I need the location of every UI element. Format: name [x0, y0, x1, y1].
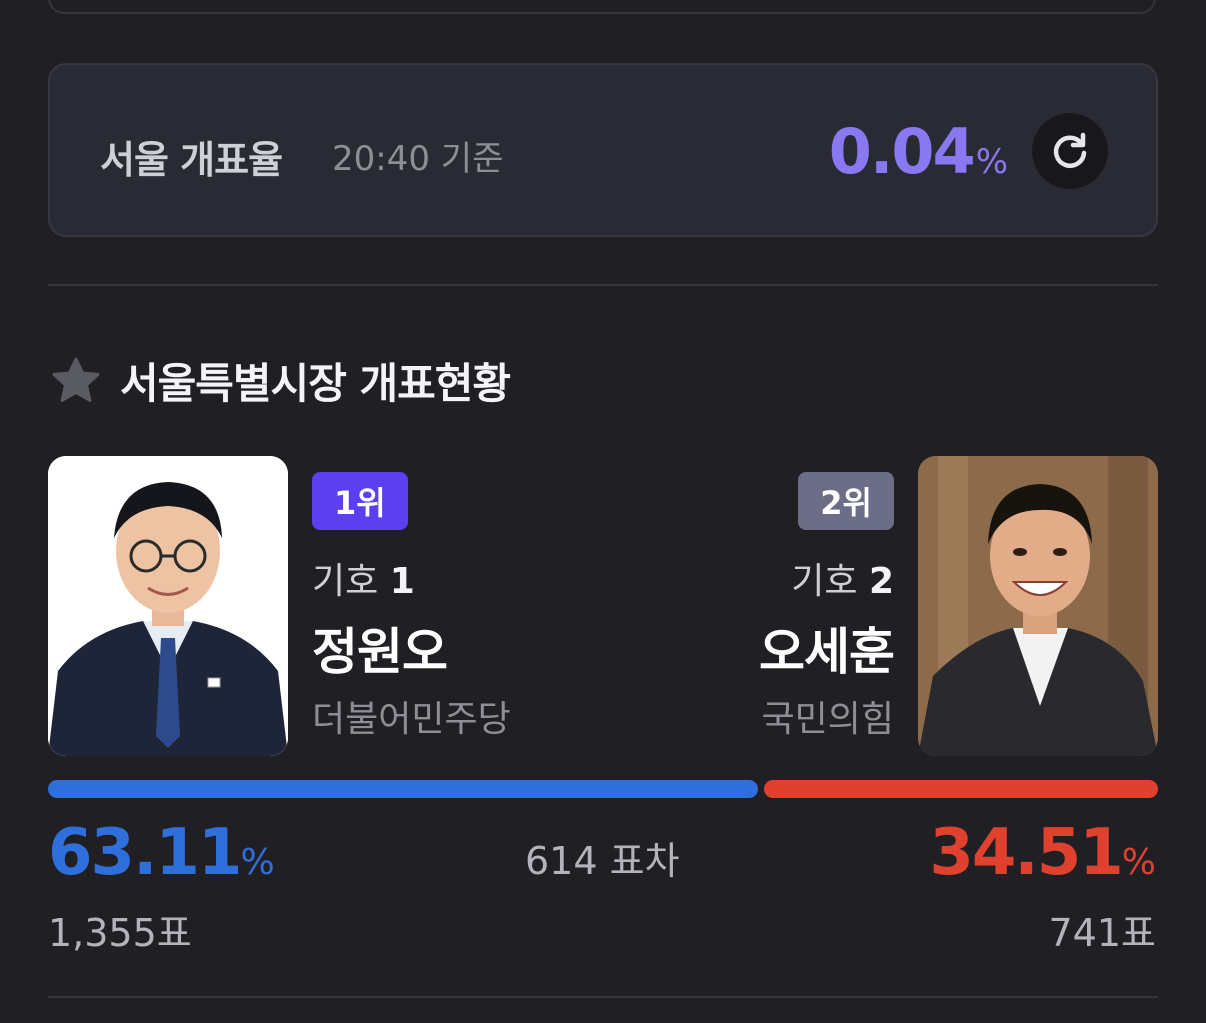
section-title: 서울특별시장 개표현황	[120, 359, 511, 408]
rank-badge-2: 2위	[798, 472, 894, 530]
rate-value-group: 0.04%	[829, 115, 1008, 188]
rank-badge-1: 1위	[312, 472, 408, 530]
candidate-2-percent: 34.51%	[929, 816, 1156, 890]
refresh-icon	[1053, 132, 1087, 168]
candidate-2-number: 기호 2	[791, 552, 894, 604]
candidate-2-number-value: 2	[868, 561, 894, 602]
candidate-2-percent-unit: %	[1121, 842, 1156, 883]
candidate-2-number-label: 기호	[791, 561, 858, 602]
rate-value: 0.04	[828, 115, 976, 188]
rate-unit: %	[975, 142, 1008, 182]
candidate-1-number-label: 기호	[312, 561, 379, 602]
section-header: 서울특별시장 개표현황	[50, 350, 511, 411]
candidate-2-votes: 741표	[1048, 911, 1157, 955]
candidate-1-name: 정원오	[312, 623, 448, 681]
candidate-2-percent-value: 34.51	[929, 816, 1123, 890]
candidate-1-photo	[48, 456, 288, 756]
candidate-1-percent-unit: %	[240, 842, 275, 883]
candidate-2-vote-bar	[764, 780, 1158, 798]
candidate-2-photo	[918, 456, 1158, 756]
rate-timestamp: 20:40 기준	[332, 139, 504, 179]
candidate-1-portrait	[48, 456, 288, 756]
candidate-2-party: 국민의힘	[761, 699, 894, 740]
candidate-1-percent-value: 63.11	[48, 816, 242, 890]
refresh-button[interactable]	[1032, 113, 1108, 189]
vote-difference: 614 표차	[525, 839, 680, 883]
rate-title: 서울 개표율	[100, 138, 283, 182]
candidate-2-portrait	[918, 456, 1158, 756]
previous-card-edge	[48, 0, 1156, 14]
candidate-1-party: 더불어민주당	[312, 699, 511, 740]
candidate-2-name: 오세훈	[759, 623, 895, 681]
divider	[48, 284, 1158, 286]
candidate-1-votes: 1,355표	[48, 911, 192, 955]
candidate-1-number: 기호 1	[312, 552, 415, 604]
candidate-1-percent: 63.11%	[48, 816, 275, 890]
divider-bottom	[48, 996, 1158, 998]
candidate-1-number-value: 1	[389, 561, 415, 602]
star-icon[interactable]	[50, 355, 102, 407]
candidate-1-vote-bar	[48, 780, 758, 798]
counting-rate-card: 서울 개표율 20:40 기준 0.04%	[48, 63, 1158, 237]
